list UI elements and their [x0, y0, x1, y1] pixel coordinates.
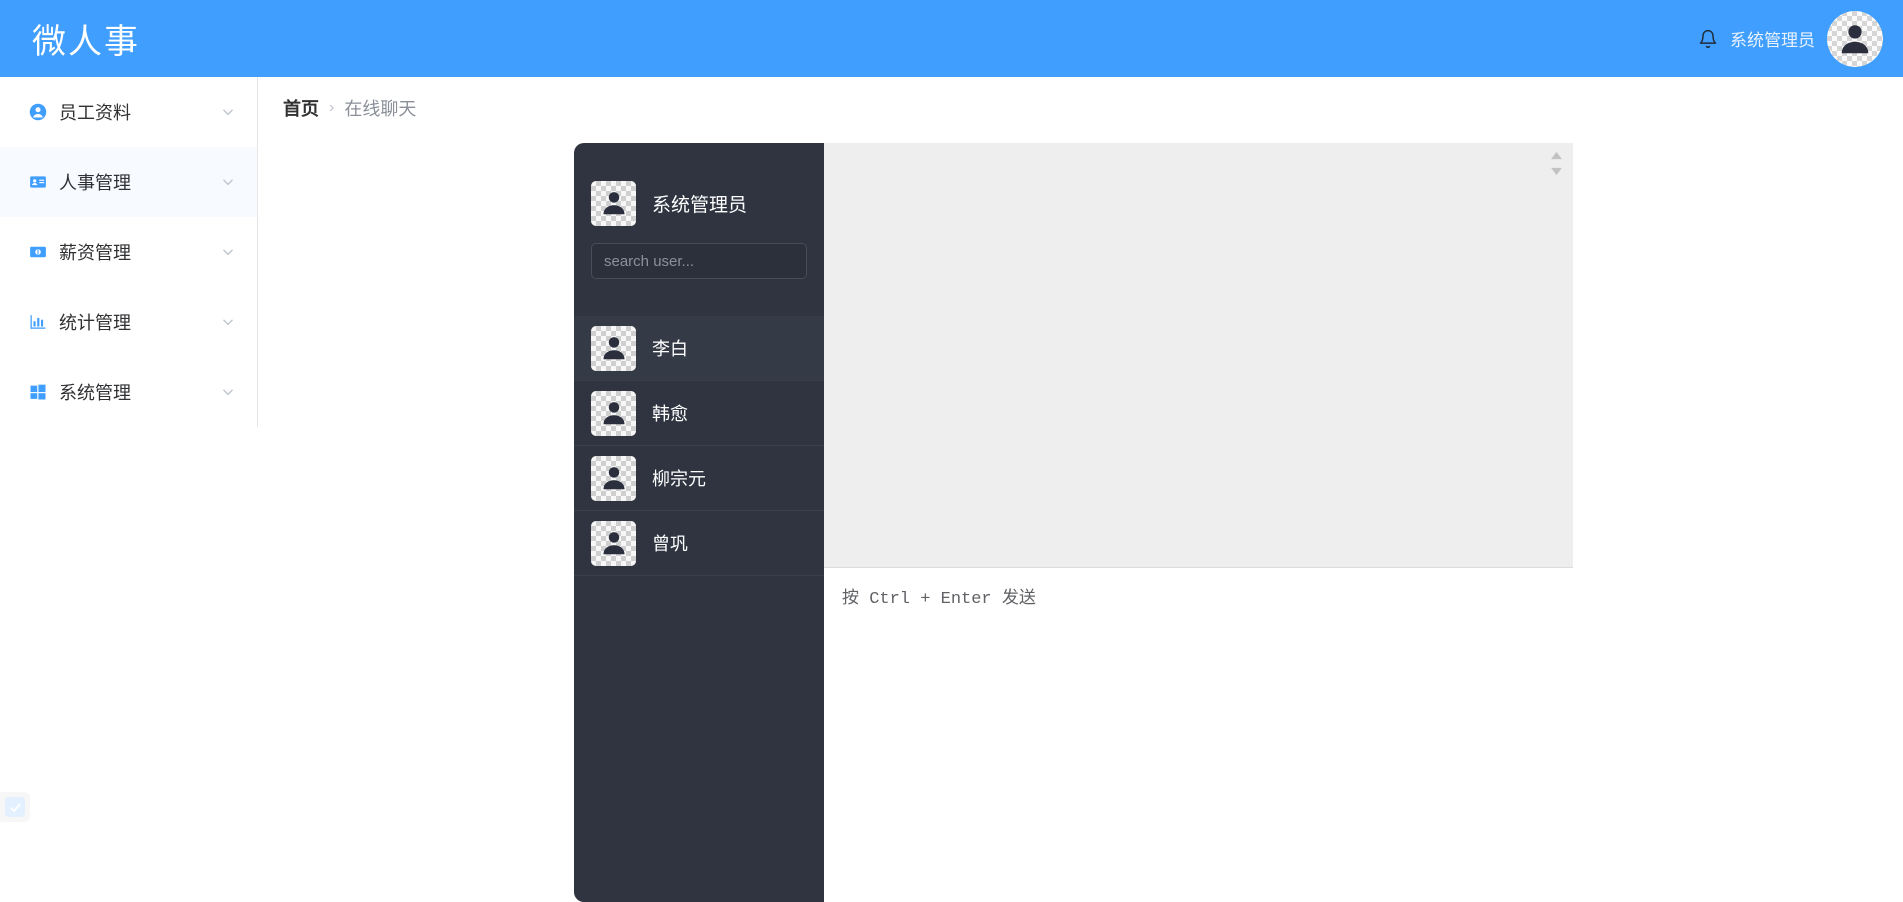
bell-icon[interactable] — [1698, 29, 1718, 49]
breadcrumb-current: 在线聊天 — [344, 99, 417, 119]
chat-user-list: 李白 韩愈 柳宗元 曾巩 — [574, 316, 824, 576]
sidebar-item-employee-profile[interactable]: 员工资料 — [0, 77, 257, 147]
sidebar-item-personnel-management[interactable]: 人事管理 — [0, 147, 257, 217]
breadcrumb-home[interactable]: 首页 — [283, 95, 319, 121]
sidebar-item-statistics-management[interactable]: 统计管理 — [0, 287, 257, 357]
chat-container: 系统管理员 李白 — [574, 143, 1573, 902]
chat-user-item[interactable]: 柳宗元 — [574, 446, 824, 511]
chevron-down-icon[interactable] — [221, 105, 235, 119]
sidebar-item-salary-management[interactable]: 薪资管理 — [0, 217, 257, 287]
chevron-down-icon[interactable] — [221, 385, 235, 399]
id-card-icon — [28, 172, 48, 192]
send-hint: 按 Ctrl + Enter 发送 — [842, 590, 1036, 609]
chat-user-name: 曾巩 — [652, 534, 688, 554]
chat-user-item[interactable]: 曾巩 — [574, 511, 824, 576]
windows-icon — [28, 382, 48, 402]
sidebar-item-label: 薪资管理 — [59, 243, 131, 263]
chevron-down-icon[interactable] — [221, 315, 235, 329]
chat-user-panel: 系统管理员 李白 — [574, 143, 824, 902]
app-title: 微人事 — [32, 23, 140, 61]
chat-user-item[interactable]: 李白 — [574, 316, 824, 381]
sidebar-item-label: 员工资料 — [59, 103, 131, 123]
chevron-down-icon[interactable] — [221, 245, 235, 259]
chat-user-avatar — [591, 325, 636, 371]
search-input[interactable] — [604, 252, 794, 270]
chevron-down-icon[interactable] — [221, 175, 235, 189]
scroll-up-icon — [1551, 151, 1562, 160]
money-icon — [28, 242, 48, 262]
chat-user-avatar — [591, 390, 636, 436]
current-user-row: 系统管理员 — [574, 168, 824, 238]
breadcrumb: 首页 › 在线聊天 — [283, 95, 416, 121]
sidebar-item-label: 人事管理 — [59, 173, 131, 193]
avatar[interactable] — [1827, 10, 1883, 67]
user-circle-icon — [28, 102, 48, 122]
sidebar-item-label: 统计管理 — [59, 313, 131, 333]
chat-user-name: 柳宗元 — [652, 469, 706, 489]
chat-user-item[interactable]: 韩愈 — [574, 381, 824, 446]
bar-chart-icon — [28, 312, 48, 332]
chat-message-column: 按 Ctrl + Enter 发送 — [824, 143, 1573, 902]
header-right-group: 系统管理员 — [1698, 0, 1883, 77]
chat-user-avatar — [591, 455, 636, 501]
chat-user-avatar — [591, 520, 636, 566]
sidebar: 员工资料 人事管理 薪资管理 统计管理 系统管理 — [0, 77, 258, 427]
scroll-down-icon — [1551, 167, 1562, 176]
chat-user-name: 李白 — [652, 339, 688, 359]
check-icon — [5, 797, 25, 817]
chat-user-name: 韩愈 — [652, 404, 688, 424]
current-user-name: 系统管理员 — [652, 194, 748, 216]
scroll-indicator[interactable] — [1550, 151, 1563, 176]
breadcrumb-separator-icon: › — [329, 99, 335, 116]
search-user-box[interactable] — [591, 243, 807, 279]
sidebar-item-system-management[interactable]: 系统管理 — [0, 357, 257, 427]
sidebar-item-label: 系统管理 — [59, 383, 131, 403]
header-user-name[interactable]: 系统管理员 — [1730, 26, 1815, 51]
current-user-avatar — [591, 180, 636, 226]
corner-status-widget[interactable] — [0, 792, 30, 822]
chat-message-area[interactable] — [824, 143, 1573, 568]
app-header: 微人事 系统管理员 — [0, 0, 1903, 77]
